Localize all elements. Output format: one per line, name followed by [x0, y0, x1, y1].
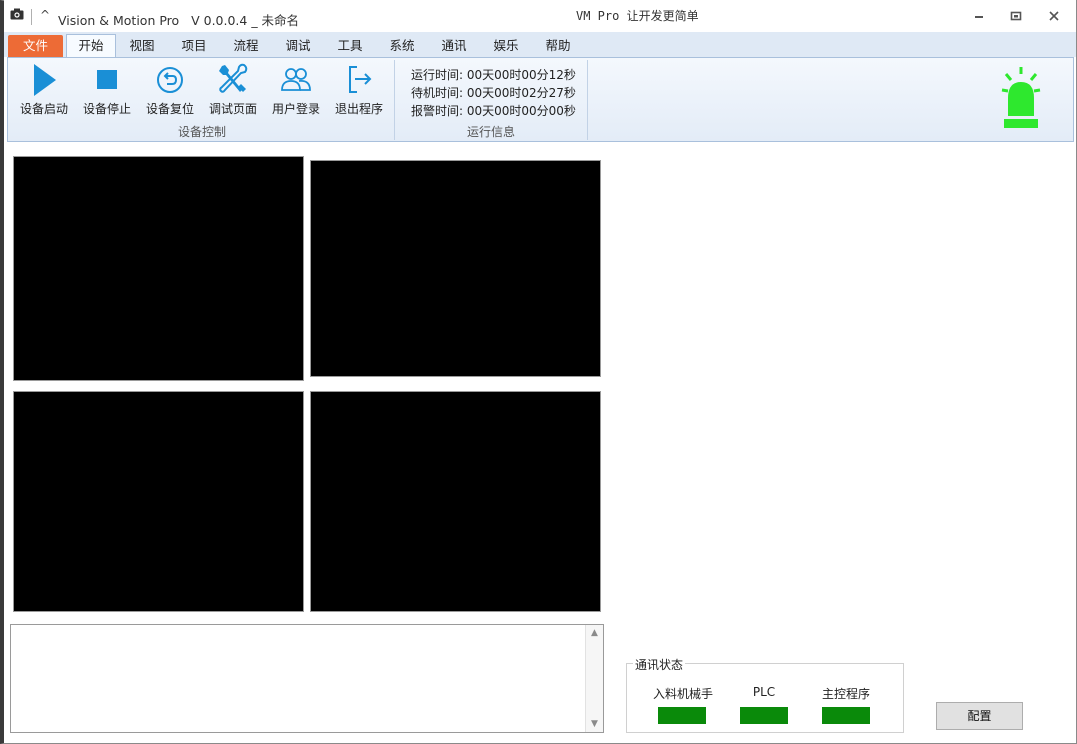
tab-communication[interactable]: 通讯 — [434, 35, 474, 57]
running-time: 运行时间: 00天00时00分12秒 — [411, 68, 576, 82]
device-stop-button[interactable]: 设备停止 — [77, 62, 137, 118]
minimize-button[interactable] — [964, 6, 994, 26]
standby-time: 待机时间: 00天00时02分27秒 — [411, 86, 576, 100]
device-stop-label: 设备停止 — [82, 102, 131, 116]
comm-status-title: 通讯状态 — [633, 656, 686, 673]
device-label-feeder-robot: 入料机械手 — [652, 687, 713, 701]
ribbon-tab-bar: 文件 开始 视图 项目 流程 调试 工具 系统 通讯 娱乐 帮助 — [4, 32, 1076, 57]
tab-system[interactable]: 系统 — [382, 35, 422, 57]
restore-icon — [1010, 11, 1022, 21]
tab-help[interactable]: 帮助 — [538, 35, 578, 57]
alarm-light-icon — [1001, 67, 1041, 128]
scroll-up-icon[interactable]: ▲ — [586, 625, 603, 641]
device-start-label: 设备启动 — [19, 102, 68, 116]
alarm-time: 报警时间: 00天00时00分00秒 — [411, 104, 576, 118]
stop-icon — [97, 70, 117, 89]
device-reset-button[interactable]: 设备复位 — [140, 62, 200, 118]
group-separator — [394, 60, 395, 140]
tab-tools[interactable]: 工具 — [330, 35, 370, 57]
exit-icon — [349, 66, 372, 93]
title-bar: ^ Vision & Motion Pro V 0.0.0.4 _ 未命名 VM… — [4, 0, 1076, 32]
camera-view-2[interactable] — [310, 160, 601, 377]
config-button[interactable]: 配置 — [936, 702, 1023, 730]
tab-file[interactable]: 文件 — [8, 35, 63, 57]
tab-debug[interactable]: 调试 — [278, 35, 318, 57]
tab-project[interactable]: 项目 — [174, 35, 214, 57]
tab-flow[interactable]: 流程 — [226, 35, 266, 57]
debug-page-button[interactable]: 调试页面 — [203, 62, 263, 118]
camera-view-1[interactable] — [13, 156, 304, 381]
tab-entertainment[interactable]: 娱乐 — [486, 35, 526, 57]
user-login-button[interactable]: 用户登录 — [266, 62, 326, 118]
status-indicator-feeder-robot — [658, 707, 706, 724]
device-label-plc: PLC — [752, 685, 776, 699]
exit-program-label: 退出程序 — [334, 102, 383, 116]
camera-icon[interactable] — [10, 8, 24, 20]
camera-view-3[interactable] — [13, 391, 304, 612]
device-label-main-control: 主控程序 — [821, 687, 870, 701]
scroll-down-icon[interactable]: ▼ — [586, 716, 603, 732]
log-scrollbar[interactable]: ▲ ▼ — [585, 625, 603, 732]
quick-access-separator — [31, 9, 32, 25]
group-separator — [587, 60, 588, 140]
tab-start[interactable]: 开始 — [66, 34, 116, 57]
close-button[interactable] — [1039, 6, 1069, 26]
group-label-device-control: 设备控制 — [178, 125, 227, 139]
play-icon — [34, 64, 56, 96]
quick-access-caret[interactable]: ^ — [40, 8, 50, 22]
maximize-button[interactable] — [1001, 6, 1031, 26]
log-textbox[interactable]: ▲ ▼ — [10, 624, 604, 733]
window-slogan: VM Pro 让开发更简单 — [576, 9, 699, 23]
tab-view[interactable]: 视图 — [122, 35, 162, 57]
device-reset-label: 设备复位 — [145, 102, 194, 116]
minimize-icon — [975, 16, 983, 18]
ribbon-panel: 设备启动 设备停止 设备复位 调试页面 用户登录 退出程序 设备控制 运行时间:… — [7, 57, 1074, 142]
reset-icon — [157, 67, 183, 93]
status-indicator-plc — [740, 707, 788, 724]
exit-program-button[interactable]: 退出程序 — [329, 62, 389, 118]
debug-page-label: 调试页面 — [208, 102, 257, 116]
users-icon — [281, 68, 311, 91]
window-title: Vision & Motion Pro V 0.0.0.4 _ 未命名 — [58, 13, 300, 28]
camera-view-4[interactable] — [310, 391, 601, 612]
group-label-run-info: 运行信息 — [467, 125, 516, 139]
user-login-label: 用户登录 — [271, 102, 320, 116]
tools-icon — [219, 63, 248, 93]
status-indicator-main-control — [822, 707, 870, 724]
close-icon — [1049, 11, 1059, 21]
device-start-button[interactable]: 设备启动 — [14, 62, 74, 118]
